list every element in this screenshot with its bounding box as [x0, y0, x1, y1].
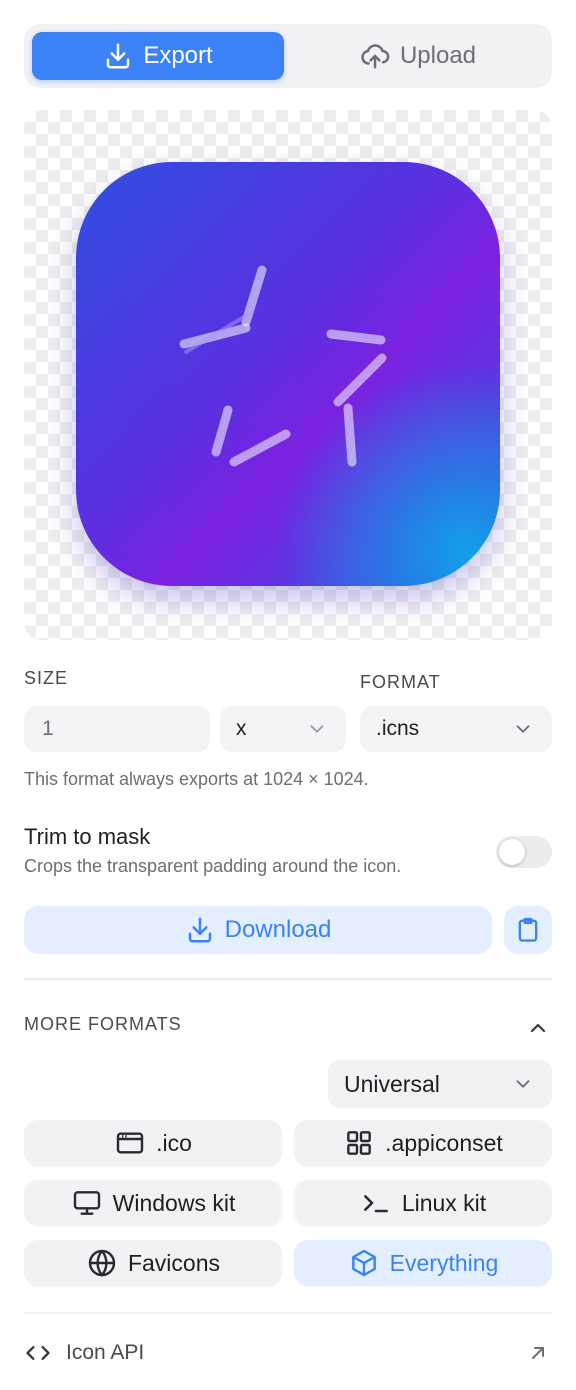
download-icon — [107, 43, 130, 69]
globe-icon — [88, 1249, 116, 1277]
download-icon — [188, 917, 211, 943]
format-label: FORMAT — [360, 672, 441, 692]
format-value: .icns — [376, 717, 420, 740]
arrow-up-right-icon — [532, 1347, 544, 1359]
divider — [24, 978, 552, 980]
download-button[interactable]: Download — [24, 906, 492, 954]
toggle-knob — [499, 839, 525, 865]
star-glyph-icon — [179, 265, 387, 467]
box-icon — [351, 1249, 376, 1277]
platform-value: Universal — [344, 1070, 440, 1097]
favicons-label: Favicons — [127, 1249, 221, 1276]
code-icon — [26, 1346, 50, 1360]
chevron-down-icon — [516, 1080, 530, 1088]
cloud-upload-icon — [361, 44, 390, 69]
icon-api-link[interactable]: Icon API — [24, 1312, 552, 1390]
export-tab-label: Export — [143, 42, 213, 69]
size-label: SIZE — [24, 668, 69, 688]
terminal-icon — [363, 1195, 388, 1213]
appiconset-format-button[interactable]: .appiconset — [294, 1120, 552, 1166]
favicons-button[interactable]: Favicons — [24, 1240, 282, 1286]
windows-kit-button[interactable]: Windows kit — [24, 1180, 282, 1226]
everything-button[interactable]: Everything — [294, 1240, 552, 1286]
app-icon-preview — [76, 162, 500, 586]
copy-to-clipboard-button[interactable] — [504, 906, 552, 954]
window-icon — [116, 1132, 144, 1154]
upload-tab[interactable]: Upload — [292, 32, 544, 80]
download-label: Download — [224, 916, 332, 943]
mode-switch: Export Upload — [24, 24, 552, 88]
chevron-down-icon — [516, 725, 530, 733]
everything-label: Everything — [389, 1249, 499, 1276]
grid-icon — [347, 1131, 372, 1155]
format-hint: This format always exports at 1024 × 102… — [24, 769, 369, 789]
chevron-up-icon[interactable] — [526, 1016, 550, 1040]
trim-toggle[interactable] — [496, 836, 552, 868]
platform-select[interactable]: Universal — [328, 1060, 552, 1108]
clipboard-icon — [518, 917, 538, 942]
icon-preview — [24, 110, 552, 640]
upload-tab-label: Upload — [399, 42, 477, 69]
trim-description: Crops the transparent padding around the… — [24, 856, 402, 876]
ico-label: .ico — [156, 1129, 192, 1156]
monitor-icon — [73, 1191, 100, 1215]
chevron-down-icon — [310, 725, 324, 733]
linux-kit-button[interactable]: Linux kit — [294, 1180, 552, 1226]
linux-kit-label: Linux kit — [401, 1189, 487, 1216]
icon-api-label: Icon API — [66, 1341, 145, 1364]
appiconset-label: .appiconset — [385, 1129, 503, 1156]
more-formats-label: MORE FORMATS — [24, 1014, 182, 1034]
size-input[interactable]: 1 — [24, 706, 210, 752]
format-select[interactable]: .icns — [360, 706, 552, 752]
trim-title: Trim to mask — [24, 824, 151, 849]
export-panel: Export Upload SIZE FORMAT 1 x .icns This… — [0, 0, 576, 1390]
windows-kit-label: Windows kit — [112, 1189, 236, 1216]
export-tab[interactable]: Export — [32, 32, 284, 80]
ico-format-button[interactable]: .ico — [24, 1120, 282, 1166]
multiplier-value: x — [236, 717, 247, 740]
multiplier-select[interactable]: x — [220, 706, 346, 752]
